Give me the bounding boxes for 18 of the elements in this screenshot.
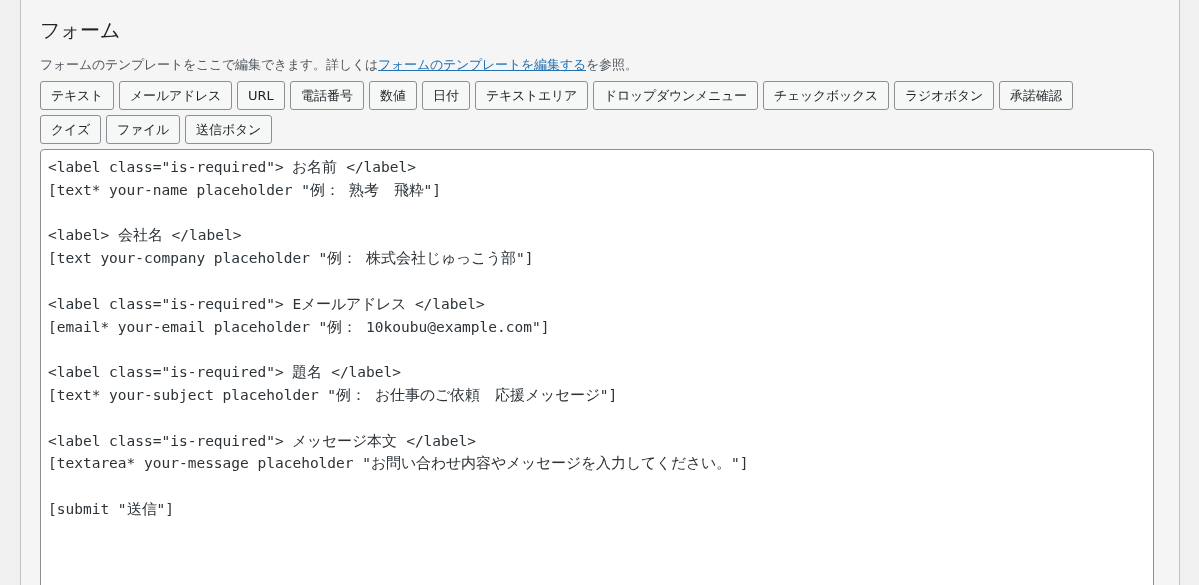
tag-button[interactable]: メールアドレス (119, 81, 232, 110)
tag-button[interactable]: クイズ (40, 115, 101, 144)
tag-button[interactable]: テキスト (40, 81, 114, 110)
description-text: フォームのテンプレートをここで編集できます。詳しくはフォームのテンプレートを編集するを参照。 (40, 56, 639, 74)
tag-button[interactable]: 承諾確認 (998, 81, 1073, 110)
tag-button[interactable]: ラジオボタン (893, 81, 994, 110)
tag-button[interactable]: テキストエリア (474, 81, 588, 110)
tag-button[interactable]: 数値 (368, 81, 417, 110)
tag-button[interactable]: チェックボックス (762, 81, 889, 110)
tag-button[interactable]: ドロップダウンメニュー (592, 81, 758, 110)
template-editor[interactable]: <label class="is-required"> お名前 </label> [text* your-name placeholder "例： 熟考 飛粋"] <label> 会社名 </label> [text your-company placeholder "例： 株式会社じゅっこう部"] <label class="is-required"> Eメールアドレス </label> [email* your-email placeholder "例： 10koubu@example.com"] <label class="is-required"> 題名 </label> [text* your-subject placeholder "例： お仕事のご依頼 応援メッセージ"] <label class="is-required"> メッセージ本文 </label> [textarea* your-message placeholder "お問い合わせ内容やメッセージを入力してください。"] [submit "送信"] (40, 149, 1154, 585)
tag-button[interactable]: 電話番号 (289, 81, 364, 110)
tag-button[interactable]: URL (237, 81, 285, 110)
tag-button[interactable]: ファイル (106, 115, 180, 144)
section-title: フォーム (40, 17, 121, 44)
help-link[interactable]: フォームのテンプレートを編集する (378, 57, 586, 72)
tag-button[interactable]: 送信ボタン (185, 115, 272, 144)
tag-button[interactable]: 日付 (421, 81, 470, 110)
